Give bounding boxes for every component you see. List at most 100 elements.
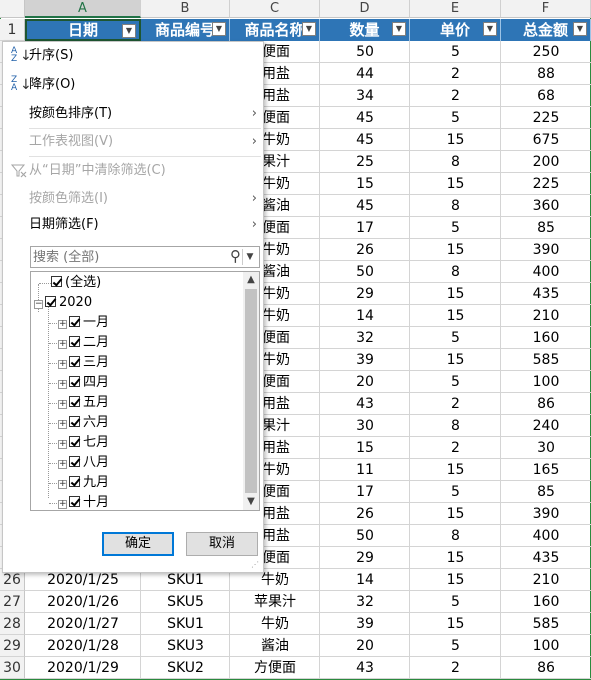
cell-f[interactable]: 86 bbox=[501, 394, 591, 414]
cell-e[interactable]: 15 bbox=[410, 614, 501, 634]
cell-f[interactable]: 390 bbox=[501, 504, 591, 524]
cell-f[interactable]: 88 bbox=[501, 64, 591, 84]
cell-d[interactable]: 29 bbox=[320, 548, 410, 568]
ok-button[interactable]: 确定 bbox=[102, 532, 174, 556]
cell-a[interactable]: 2020/1/27 bbox=[25, 614, 141, 634]
column-header-f[interactable]: F bbox=[501, 0, 591, 18]
cell-d[interactable]: 15 bbox=[320, 174, 410, 194]
tree-item-month[interactable]: + 三月 bbox=[58, 353, 109, 373]
cell-f[interactable]: 360 bbox=[501, 196, 591, 216]
cell-a[interactable]: 2020/1/28 bbox=[25, 636, 141, 656]
cell-f[interactable]: 240 bbox=[501, 416, 591, 436]
cell-e[interactable]: 5 bbox=[410, 592, 501, 612]
checkbox-checked[interactable] bbox=[69, 376, 80, 387]
tree-scrollbar[interactable]: ▲ ▼ bbox=[243, 272, 259, 510]
row-header[interactable]: 28 bbox=[0, 613, 25, 635]
cell-c[interactable]: 酱油 bbox=[262, 262, 320, 282]
expand-icon[interactable]: + bbox=[58, 320, 67, 329]
cell-f[interactable]: 210 bbox=[501, 570, 591, 590]
cell-e[interactable]: 2 bbox=[410, 64, 501, 84]
tree-item-month[interactable]: + 五月 bbox=[58, 393, 109, 413]
cell-d[interactable]: 25 bbox=[320, 152, 410, 172]
cell-d[interactable]: 50 bbox=[320, 42, 410, 62]
tree-item-select-all[interactable]: (全选) bbox=[51, 273, 101, 293]
cell-c[interactable]: 方便面 bbox=[230, 658, 320, 678]
row-header[interactable]: 30 bbox=[0, 657, 25, 679]
cell-d[interactable]: 20 bbox=[320, 636, 410, 656]
cell-f[interactable]: 675 bbox=[501, 130, 591, 150]
expand-icon[interactable]: + bbox=[58, 480, 67, 489]
cell-c[interactable]: 用盐 bbox=[262, 526, 320, 546]
cell-f[interactable]: 160 bbox=[501, 328, 591, 348]
cell-b[interactable]: SKU1 bbox=[141, 614, 230, 634]
cell-f[interactable]: 585 bbox=[501, 614, 591, 634]
header-cell-quantity[interactable]: 数量 ▼ bbox=[320, 19, 410, 41]
cell-f[interactable]: 400 bbox=[501, 262, 591, 282]
resize-grip-icon[interactable]: ⋰ bbox=[251, 560, 261, 570]
cell-c[interactable]: 用盐 bbox=[262, 394, 320, 414]
select-all-corner[interactable] bbox=[0, 0, 25, 18]
cell-a[interactable]: 2020/1/25 bbox=[25, 570, 141, 590]
cell-d[interactable]: 45 bbox=[320, 130, 410, 150]
tree-item-month[interactable]: + 一月 bbox=[58, 313, 109, 333]
cell-d[interactable]: 14 bbox=[320, 306, 410, 326]
cell-c[interactable]: 牛奶 bbox=[262, 284, 320, 304]
checkbox-checked[interactable] bbox=[69, 356, 80, 367]
scroll-down-icon[interactable]: ▼ bbox=[243, 494, 259, 510]
sort-ascending-item[interactable]: A Z ↓ 升序(S) bbox=[3, 44, 263, 68]
expand-icon[interactable]: + bbox=[58, 440, 67, 449]
tree-item-month[interactable]: + 七月 bbox=[58, 433, 109, 453]
magnifier-icon[interactable]: ⚲ bbox=[230, 247, 241, 265]
cell-c[interactable]: 用盐 bbox=[262, 438, 320, 458]
filter-search-box[interactable]: ⚲ ▼ bbox=[30, 246, 260, 268]
cell-c[interactable]: 便面 bbox=[262, 482, 320, 502]
filter-dropdown-button[interactable]: ▼ bbox=[483, 22, 497, 36]
cell-e[interactable]: 15 bbox=[410, 240, 501, 260]
cell-c[interactable]: 酱油 bbox=[262, 196, 320, 216]
expand-icon[interactable]: + bbox=[58, 340, 67, 349]
cell-d[interactable]: 11 bbox=[320, 460, 410, 480]
checkbox-checked[interactable] bbox=[69, 436, 80, 447]
scroll-up-icon[interactable]: ▲ bbox=[243, 272, 259, 288]
cell-e[interactable]: 2 bbox=[410, 394, 501, 414]
cell-f[interactable]: 165 bbox=[501, 460, 591, 480]
cell-d[interactable]: 14 bbox=[320, 570, 410, 590]
cell-c[interactable]: 牛奶 bbox=[230, 614, 320, 634]
cell-b[interactable]: SKU5 bbox=[141, 592, 230, 612]
cell-c[interactable]: 用盐 bbox=[262, 504, 320, 524]
cell-d[interactable]: 45 bbox=[320, 196, 410, 216]
cell-c[interactable]: 牛奶 bbox=[262, 350, 320, 370]
cell-e[interactable]: 15 bbox=[410, 570, 501, 590]
cell-e[interactable]: 8 bbox=[410, 262, 501, 282]
cell-d[interactable]: 20 bbox=[320, 372, 410, 392]
cell-e[interactable]: 8 bbox=[410, 196, 501, 216]
column-header-c[interactable]: C bbox=[230, 0, 320, 18]
column-header-e[interactable]: E bbox=[410, 0, 501, 18]
cell-c[interactable]: 便面 bbox=[262, 372, 320, 392]
header-cell-product-name[interactable]: 商品名称 ▼ bbox=[230, 19, 320, 41]
cell-c[interactable]: 果汁 bbox=[262, 416, 320, 436]
cell-d[interactable]: 43 bbox=[320, 394, 410, 414]
row-header[interactable]: 1 bbox=[0, 19, 25, 41]
checkbox-checked[interactable] bbox=[51, 276, 62, 287]
cell-e[interactable]: 8 bbox=[410, 416, 501, 436]
expand-icon[interactable]: + bbox=[58, 500, 67, 509]
cell-f[interactable]: 200 bbox=[501, 152, 591, 172]
cell-c[interactable]: 果汁 bbox=[262, 152, 320, 172]
cell-e[interactable]: 8 bbox=[410, 526, 501, 546]
cell-e[interactable]: 5 bbox=[410, 42, 501, 62]
cell-e[interactable]: 2 bbox=[410, 658, 501, 678]
sort-by-color-item[interactable]: 按颜色排序(T) › bbox=[3, 102, 263, 126]
expand-icon[interactable]: + bbox=[58, 380, 67, 389]
tree-item-month[interactable]: + 四月 bbox=[58, 373, 109, 393]
cell-d[interactable]: 44 bbox=[320, 64, 410, 84]
cell-f[interactable]: 85 bbox=[501, 218, 591, 238]
cell-f[interactable]: 225 bbox=[501, 174, 591, 194]
checkbox-checked[interactable] bbox=[69, 496, 80, 507]
cell-c[interactable]: 牛奶 bbox=[262, 240, 320, 260]
cell-c[interactable]: 酱油 bbox=[230, 636, 320, 656]
cell-d[interactable]: 32 bbox=[320, 328, 410, 348]
cell-d[interactable]: 26 bbox=[320, 504, 410, 524]
cell-d[interactable]: 39 bbox=[320, 350, 410, 370]
cell-c[interactable]: 牛奶 bbox=[230, 570, 320, 590]
